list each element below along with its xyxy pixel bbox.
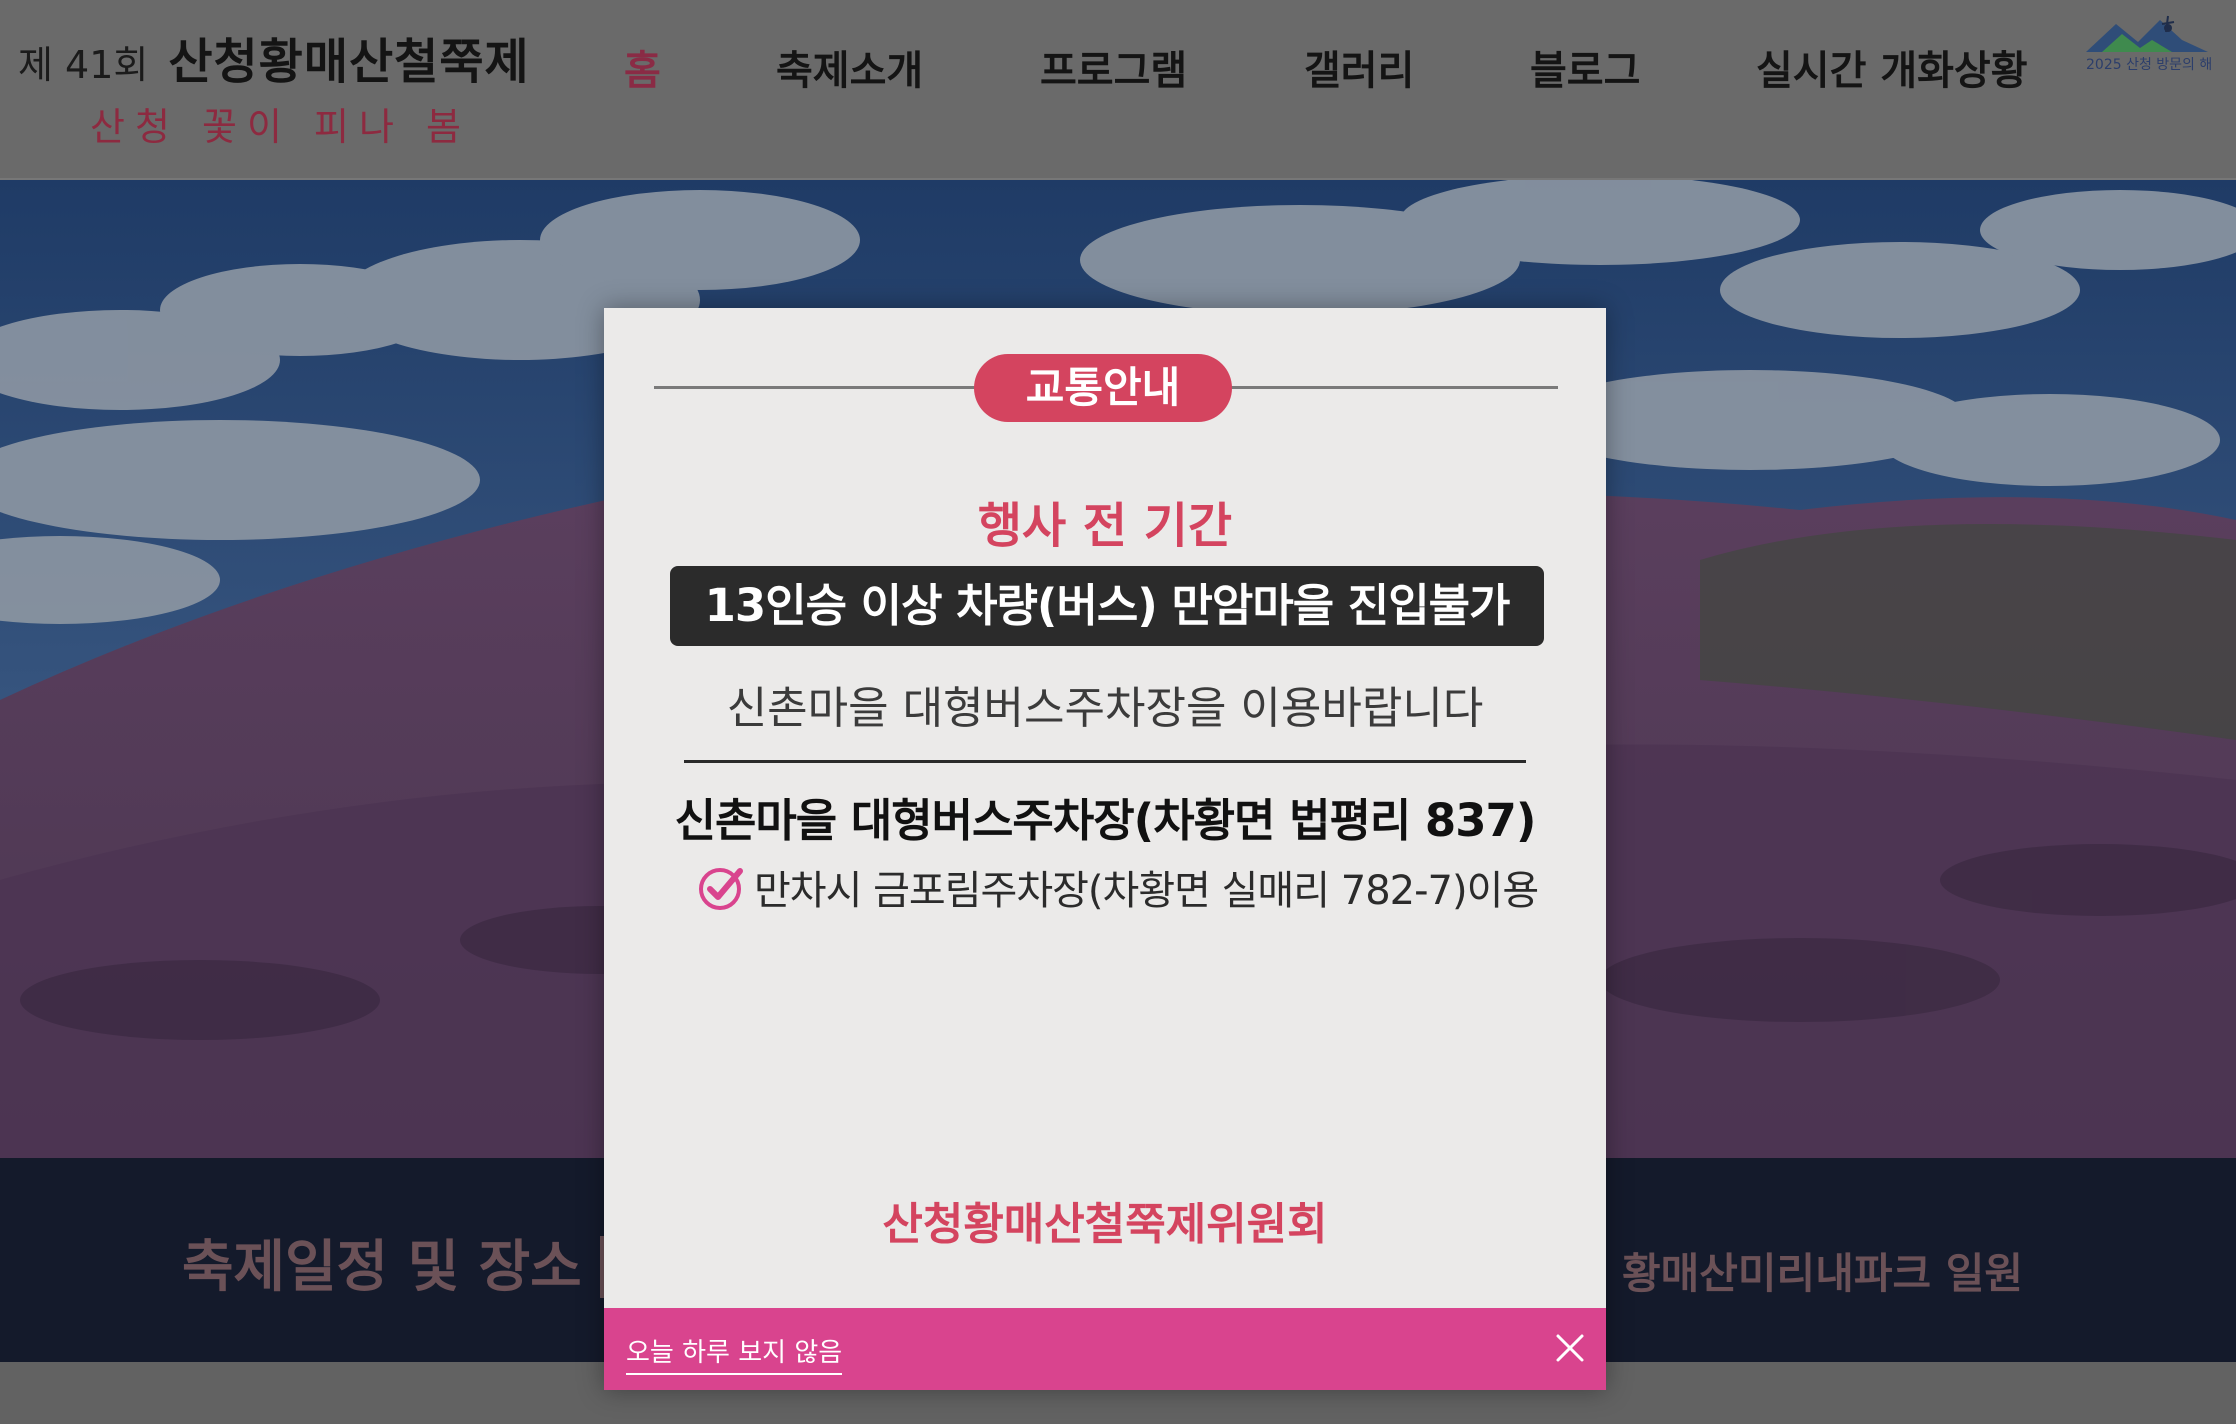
popup-title-badge: 교통안내: [974, 354, 1232, 422]
site-logo[interactable]: 제 41회 산청황매산철쭉제 산청 꽃이 피나 봄: [18, 22, 530, 151]
nav-item-bloom-status[interactable]: 실시간 개화상황: [1756, 38, 2028, 96]
nav-item-home[interactable]: 홈: [624, 38, 661, 96]
alternate-parking: 만차시 금포림주차장(차황면 실매리 782-7)이용: [696, 858, 1539, 916]
nav-item-gallery[interactable]: 갤러리: [1304, 38, 1414, 96]
main-parking-lot: 신촌마을 대형버스주차장(차황면 법평리 837): [674, 794, 1537, 847]
schedule-location-label: 축제일정 및 장소: [182, 1235, 582, 1300]
nav-item-program[interactable]: 프로그램: [1040, 38, 1187, 96]
alternate-parking-text: 만차시 금포림주차장(차황면 실매리 782-7)이용: [754, 868, 1539, 914]
section-divider: [684, 760, 1526, 763]
logo-festival-name: 산청황매산철쭉제: [168, 34, 530, 90]
period-heading: 행사 전 기간: [977, 498, 1233, 554]
logo-edition: 제 41회: [18, 43, 149, 87]
nav-item-festival-intro[interactable]: 축제소개: [776, 38, 923, 96]
check-circle-icon: [699, 868, 743, 910]
site-header: 제 41회 산청황매산철쭉제 산청 꽃이 피나 봄 홈 축제소개 프로그램 갤러…: [0, 0, 2236, 180]
nav-item-blog[interactable]: 블로그: [1530, 38, 1640, 96]
hide-today-link[interactable]: 오늘 하루 보지 않음: [626, 1332, 843, 1375]
visit-year-label: 2025 산청 방문의 해: [2086, 57, 2213, 73]
parking-advice: 신촌마을 대형버스주차장을 이용바랍니다: [726, 683, 1484, 734]
traffic-notice-popup: 교통안내 행사 전 기간 13인승 이상 차량(버스) 만암마을 진입불가 신촌…: [604, 308, 1606, 1390]
organizer-name: 산청황매산철쭉제위원회: [882, 1199, 1328, 1250]
festival-location: 황매산미리내파크 일원: [1622, 1249, 2024, 1298]
close-icon[interactable]: [1548, 1326, 1592, 1370]
popup-footer: 오늘 하루 보지 않음: [604, 1308, 1606, 1390]
restriction-notice: 13인승 이상 차량(버스) 만암마을 진입불가: [670, 566, 1544, 646]
logo-slogan: 산청 꽃이 피나 봄: [90, 105, 471, 149]
